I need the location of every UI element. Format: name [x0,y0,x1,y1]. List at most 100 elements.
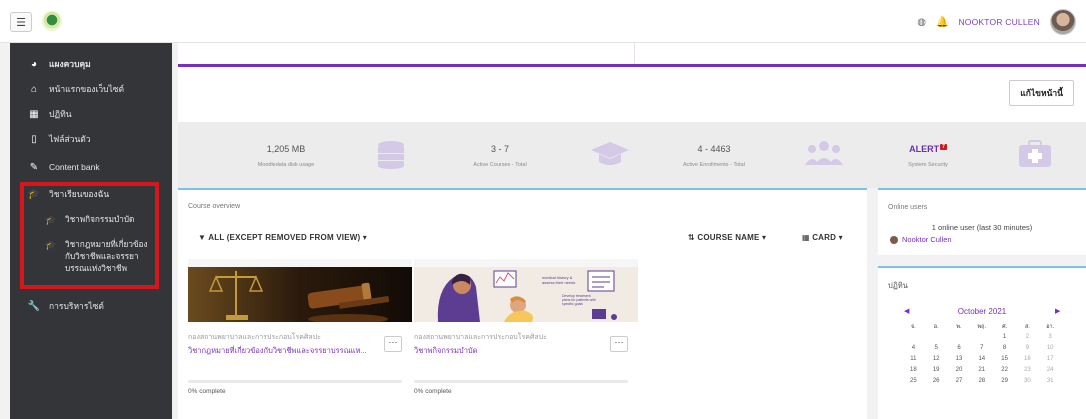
sidebar-item-private-files[interactable]: ▯ ไฟล์ส่วนตัว [10,128,172,150]
menu-toggle-button[interactable]: ☰ [10,12,32,32]
sidebar-item-calendar[interactable]: ▦ ปฏิทิน [10,103,172,125]
calendar-day[interactable]: 1 [993,334,1016,345]
calendar-day[interactable]: 30 [1016,378,1039,389]
course-card[interactable]: medical history & assess their needs Dev… [414,259,638,409]
sidebar-item-site-admin[interactable]: 🔧 การบริหารไซต์ [10,295,172,317]
alert-count-badge: 7 [940,144,947,150]
calendar-day[interactable]: 14 [970,356,993,367]
calendar-day[interactable]: 6 [948,345,971,356]
course-image-law[interactable] [188,259,412,322]
calendar-day[interactable]: 13 [948,356,971,367]
calendar-day[interactable] [970,334,993,345]
view-mode-dropdown[interactable]: ▦ CARD ▾ [802,233,843,242]
block-title: Online users [888,204,928,211]
sidebar-item-label: หน้าแรกของเว็บไซต์ [49,84,125,94]
stat-label: System Security [908,162,948,168]
calendar-week-row: 18 19 20 21 22 23 24 [902,367,1062,378]
calendar-day[interactable]: 31 [1039,378,1062,389]
calendar-day[interactable]: 12 [925,356,948,367]
calendar-day[interactable]: 7 [970,345,993,356]
calendar-day[interactable] [948,334,971,345]
calendar-day[interactable]: 16 [1016,356,1039,367]
calendar-next-month-icon[interactable]: ▶ [1055,307,1060,315]
calendar-day[interactable]: 9 [1016,345,1039,356]
ellipsis-icon: ··· [614,337,624,347]
calendar-day[interactable]: 26 [925,378,948,389]
progress-bar [414,380,628,383]
filter-icon: ▼ [198,233,207,242]
calendar-day[interactable]: 8 [993,345,1016,356]
calendar-day[interactable]: 29 [993,378,1016,389]
calendar-day[interactable]: 20 [948,367,971,378]
calendar-day[interactable]: 10 [1039,345,1062,356]
sidebar-item-site-home[interactable]: ⌂ หน้าแรกของเว็บไซต์ [10,78,172,100]
calendar-day[interactable]: 18 [902,367,925,378]
site-logo[interactable] [42,11,62,31]
calendar-day[interactable]: 4 [902,345,925,356]
stat-label: Active Enrollments - Total [683,162,745,168]
calendar-week-row: 4 5 6 7 8 9 10 [902,345,1062,356]
bell-icon[interactable]: 🔔 [936,17,948,28]
calendar-day[interactable]: 22 [993,367,1016,378]
weekday-label: ศ. [1002,324,1008,330]
sidebar-item-dashboard[interactable]: ◕ แผงควบคุม [10,53,172,75]
online-users-block: Online users 1 online user (last 30 minu… [878,190,1086,255]
sidebar-item-label: การบริหารไซต์ [49,301,104,311]
users-icon [804,139,844,175]
course-name-link[interactable]: วิชากฎหมายที่เกี่ยวข้องกับวิชาชีพและจรรย… [188,345,372,357]
weekday-label: อ. [933,324,939,330]
sort-alpha-icon: ⇅ [688,233,695,242]
weekday-label: จ. [911,324,916,330]
medkit-icon [1018,139,1052,175]
calendar-day[interactable]: 28 [970,378,993,389]
top-navbar: ☰ ◍ 🔔 NOOKTOR CULLEN [0,0,1086,43]
database-icon [376,139,406,175]
sidebar-item-content-bank[interactable]: ✎ Content bank [10,156,172,178]
calendar-weekday-row: จ. อ. พ. พฤ. ศ. ส. อา. [902,323,1062,334]
course-overview-block: Course overview ▼ ALL (EXCEPT REMOVED FR… [178,190,867,419]
course-actions-button[interactable]: ··· [384,336,402,352]
calendar-day[interactable]: 21 [970,367,993,378]
calendar-day[interactable]: 27 [948,378,971,389]
calendar-day[interactable]: 11 [902,356,925,367]
calendar-grid: จ. อ. พ. พฤ. ศ. ส. อา. 1 2 3 4 5 6 7 8 9… [902,323,1062,389]
sort-dropdown[interactable]: ⇅ COURSE NAME ▾ [688,233,766,242]
globe-icon[interactable]: ◍ [917,17,926,28]
course-name-link[interactable]: วิชาพกิจกรรมบำบัด [414,345,598,357]
caret-down-icon: ▾ [838,233,843,242]
hamburger-icon: ☰ [16,16,26,29]
calendar-week-row: 11 12 13 14 15 16 17 [902,356,1062,367]
calendar-day[interactable]: 25 [902,378,925,389]
grouping-filter-dropdown[interactable]: ▼ ALL (EXCEPT REMOVED FROM VIEW) ▾ [198,233,367,242]
calendar-day[interactable]: 3 [1039,334,1062,345]
progress-bar [188,380,402,383]
stat-label: Active Courses - Total [473,162,527,168]
svg-text:specific goals: specific goals [562,302,583,306]
avatar[interactable] [1050,9,1076,35]
calendar-day[interactable]: 15 [993,356,1016,367]
dashboard-icon: ◕ [30,58,38,70]
graduation-cap-icon [590,139,630,175]
calendar-week-row: 1 2 3 [902,334,1062,345]
calendar-day[interactable]: 2 [1016,334,1039,345]
course-card[interactable]: กองสถานพยาบาลและการประกอบโรคศิลปะ วิชากฎ… [188,259,412,409]
calendar-day[interactable]: 19 [925,367,948,378]
online-user-link[interactable]: Nooktor Cullen [890,235,952,244]
user-menu-name[interactable]: NOOKTOR CULLEN [958,17,1040,27]
course-image-therapy[interactable]: medical history & assess their needs Dev… [414,259,638,322]
calendar-block: ปฏิทิน ◀ October 2021 ▶ จ. อ. พ. พฤ. ศ. … [878,268,1086,419]
edit-page-button[interactable]: แก้ไขหน้านี้ [1009,80,1074,106]
calendar-day[interactable]: 23 [1016,367,1039,378]
course-category: กองสถานพยาบาลและการประกอบโรคศิลปะ [188,334,321,341]
user-avatar-icon [890,235,898,244]
course-actions-button[interactable]: ··· [610,336,628,352]
stat-security-alert[interactable]: ALERT 7 System Security [848,122,1075,188]
calendar-day[interactable]: 5 [925,345,948,356]
calendar-day[interactable]: 17 [1039,356,1062,367]
grid-icon: ▦ [802,233,810,242]
calendar-day[interactable]: 24 [1039,367,1062,378]
stat-value: 4 - 4463 [697,144,731,154]
calendar-day[interactable] [902,334,925,345]
user-nav: ◍ 🔔 NOOKTOR CULLEN [917,8,1076,36]
calendar-day[interactable] [925,334,948,345]
